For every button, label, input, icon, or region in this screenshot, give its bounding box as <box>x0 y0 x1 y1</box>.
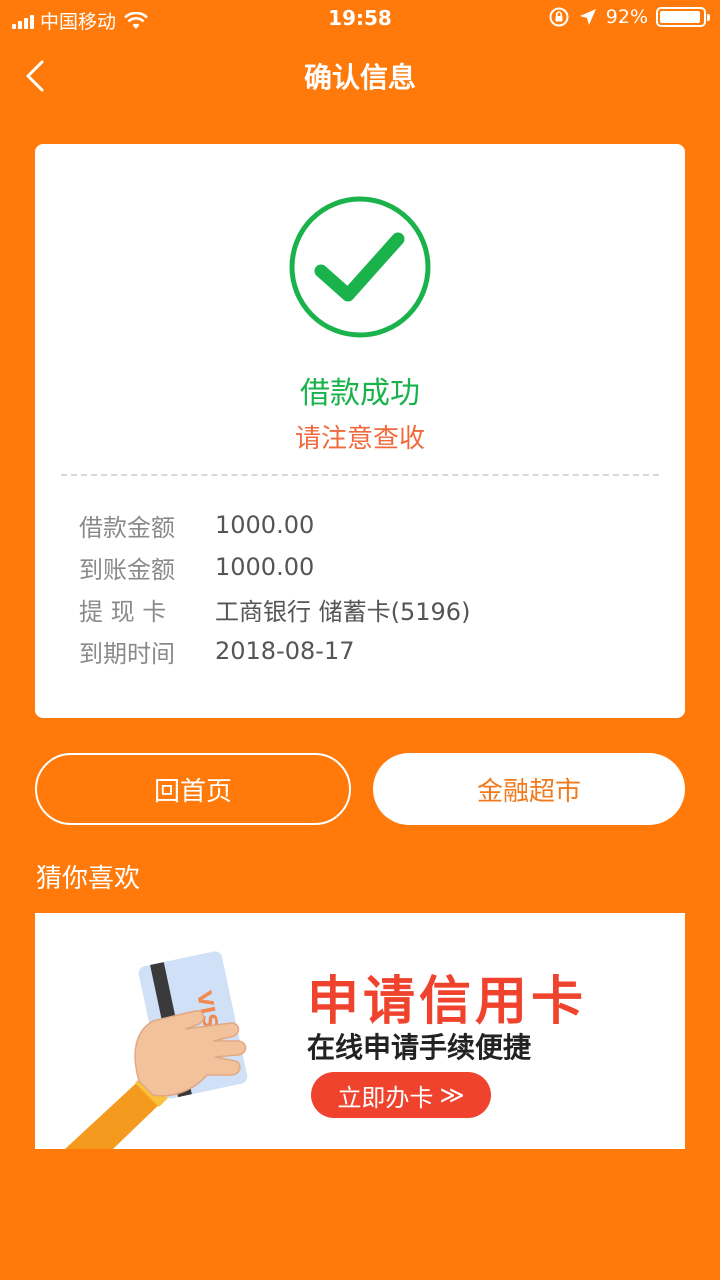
nav-bar: 确认信息 <box>0 48 720 104</box>
banner-title: 申请信用卡 <box>307 972 588 1032</box>
detail-value: 1000.00 <box>215 511 315 539</box>
success-title: 借款成功 <box>300 376 420 411</box>
detail-row-due-date: 到期时间 2018-08-17 <box>79 630 470 672</box>
detail-row-loan-amount: 借款金额 1000.00 <box>79 504 470 546</box>
detail-row-withdraw-card: 提 现 卡 工商银行 储蓄卡(5196) <box>79 588 470 630</box>
credit-card-banner[interactable]: VISA 申请信用卡 在线申请手续便捷 立即办卡 ≫ <box>35 913 685 1149</box>
detail-value: 1000.00 <box>215 553 315 581</box>
battery-icon <box>656 7 710 27</box>
status-bar: 中国移动 19:58 92% <box>0 0 720 38</box>
page-title: 确认信息 <box>303 61 416 94</box>
location-arrow-icon <box>579 9 596 25</box>
battery-percent: 92% <box>605 6 648 28</box>
apply-card-label: 立即办卡 <box>337 1083 434 1112</box>
success-subtitle: 请注意查收 <box>294 424 425 454</box>
result-card: 借款成功 请注意查收 借款金额 1000.00 到账金额 1000.00 提 现… <box>35 144 685 718</box>
home-button[interactable]: 回首页 <box>35 753 351 825</box>
rotation-lock-icon <box>549 7 569 27</box>
detail-label: 借款金额 <box>79 513 175 542</box>
detail-label: 提 现 卡 <box>79 597 167 626</box>
loan-details: 借款金额 1000.00 到账金额 1000.00 提 现 卡 工商银行 储蓄卡… <box>79 504 470 672</box>
apply-card-button[interactable]: 立即办卡 ≫ <box>311 1072 491 1118</box>
detail-row-received-amount: 到账金额 1000.00 <box>79 546 470 588</box>
detail-value: 工商银行 储蓄卡(5196) <box>215 597 471 626</box>
recommend-heading: 猜你喜欢 <box>36 864 141 894</box>
dashed-divider <box>61 474 659 476</box>
hand-holding-card-illustration: VISA <box>65 951 248 1149</box>
double-chevron-right-icon: ≫ <box>439 1081 465 1109</box>
detail-label: 到账金额 <box>79 555 175 584</box>
detail-label: 到期时间 <box>79 639 175 668</box>
detail-value: 2018-08-17 <box>215 637 355 665</box>
success-check-icon <box>289 196 431 338</box>
banner-subtitle: 在线申请手续便捷 <box>307 1031 532 1064</box>
finance-market-button[interactable]: 金融超市 <box>373 753 685 825</box>
